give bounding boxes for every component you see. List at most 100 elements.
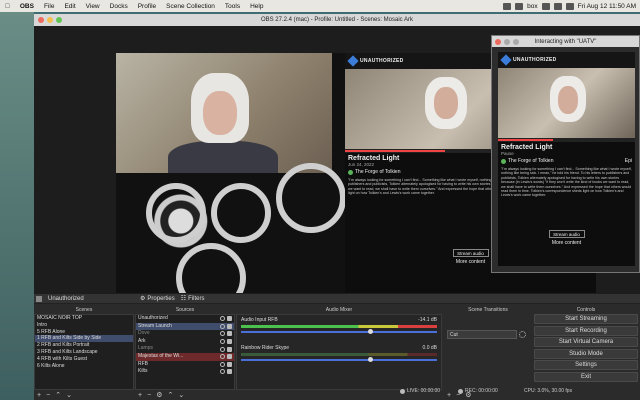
studio-mode-button[interactable]: Studio Mode — [534, 348, 638, 359]
menu-file[interactable]: File — [39, 3, 59, 10]
visibility-eye-icon[interactable] — [220, 369, 225, 375]
menu-help[interactable]: Help — [245, 3, 268, 10]
lock-icon[interactable] — [227, 346, 232, 352]
stained-glass-source — [116, 163, 346, 293]
source-name: Dove — [138, 330, 150, 337]
source-name: Lamps — [138, 345, 154, 352]
menu-view[interactable]: View — [81, 3, 105, 10]
status-app-icon[interactable] — [515, 2, 524, 10]
brand-name: UNAUTHORIZED — [360, 58, 404, 64]
exit-button[interactable]: Exit — [534, 371, 638, 382]
add-icon[interactable]: + — [37, 392, 41, 399]
volume-slider[interactable] — [241, 329, 437, 334]
visibility-eye-icon[interactable] — [220, 316, 225, 322]
menu-obs[interactable]: OBS — [15, 3, 39, 10]
start-virtual-camera-button[interactable]: Start Virtual Camera — [534, 337, 638, 347]
stream-audio-button[interactable]: Stream audio — [548, 230, 585, 238]
filters-button[interactable]: ☷ Filters — [181, 295, 205, 303]
up-icon[interactable]: ⌃ — [55, 391, 61, 399]
menu-tools[interactable]: Tools — [220, 3, 245, 10]
source-item[interactable]: Lamps — [136, 345, 234, 353]
lock-icon[interactable] — [227, 361, 232, 367]
scenes-header: Scenes — [75, 307, 93, 313]
menu-edit[interactable]: Edit — [59, 3, 80, 10]
minimize-icon[interactable] — [504, 39, 510, 45]
search-icon[interactable] — [565, 2, 574, 10]
close-icon[interactable] — [495, 39, 501, 45]
visibility-eye-icon[interactable] — [220, 331, 225, 337]
start-recording-button[interactable]: Start Recording — [534, 325, 638, 336]
transition-gear-icon[interactable] — [519, 331, 526, 338]
video-player[interactable] — [498, 68, 635, 138]
mixer-channel-name: Audio Input RFB — [241, 317, 278, 323]
interact-window: Interacting with "UATV" UNAUTHORIZED Ref… — [491, 35, 640, 273]
clock[interactable]: Fri Aug 12 11:50 AM — [578, 3, 636, 10]
lock-icon[interactable] — [227, 339, 232, 345]
add-icon[interactable]: + — [138, 392, 142, 399]
source-item[interactable]: RFB — [136, 361, 234, 369]
lock-icon[interactable] — [227, 354, 232, 360]
zoom-icon[interactable] — [513, 39, 519, 45]
lock-icon[interactable] — [227, 369, 232, 375]
lock-icon[interactable] — [227, 323, 232, 329]
box-label[interactable]: box — [527, 3, 537, 10]
scene-item[interactable]: 2 RFB and Kilts Portrait — [35, 342, 133, 349]
scene-item[interactable]: 6 Kilts Alone — [35, 363, 133, 370]
video-progress[interactable] — [498, 138, 635, 142]
gear-icon[interactable]: ⚙ — [156, 391, 162, 399]
episode-label[interactable]: The Forge of Tolkien — [508, 158, 554, 164]
source-name: Stream Launch — [138, 322, 172, 329]
source-item[interactable]: Unauthorized — [136, 315, 234, 323]
remove-icon[interactable]: − — [147, 392, 151, 399]
scene-item[interactable]: 5 RFB Alone — [35, 329, 133, 336]
menu-bar:  OBS File Edit View Docks Profile Scene… — [0, 0, 640, 12]
scene-item[interactable]: 1 RFB and Kilts Side by Side — [35, 335, 133, 343]
menu-docks[interactable]: Docks — [105, 3, 133, 10]
source-item[interactable]: Dove — [136, 330, 234, 338]
source-type-icon — [36, 295, 42, 302]
scenes-toolbar: + − ⌃ ⌄ — [34, 390, 134, 400]
settings-button[interactable]: Settings — [534, 360, 638, 370]
camera-source — [116, 53, 332, 181]
close-icon[interactable] — [38, 17, 44, 23]
visibility-eye-icon[interactable] — [220, 323, 225, 329]
visibility-eye-icon[interactable] — [220, 339, 225, 345]
properties-button[interactable]: ⚙ Properties — [140, 295, 175, 303]
scenes-list[interactable]: MOSAIC NOIR TOP Intro 5 RFB Alone 1 RFB and… — [34, 314, 134, 390]
scene-item[interactable]: Intro — [35, 322, 133, 329]
episode-label: The Forge of Tolkien — [355, 169, 401, 175]
source-name: Majestas of the Wi... — [138, 352, 184, 359]
status-app-icon[interactable] — [503, 2, 512, 10]
mixer-channel-name: Rainbow Rider Skype — [241, 345, 290, 351]
zoom-icon[interactable] — [56, 17, 62, 23]
start-streaming-button[interactable]: Start Streaming — [534, 314, 638, 324]
down-icon[interactable]: ⌄ — [66, 391, 72, 399]
more-content-link[interactable]: More content — [498, 240, 635, 246]
interact-browser[interactable]: UNAUTHORIZED Refracted Light Pause The F… — [498, 52, 635, 266]
add-icon[interactable]: + — [447, 392, 451, 399]
up-icon[interactable]: ⌃ — [167, 391, 173, 399]
source-item[interactable]: Kilts — [136, 368, 234, 376]
remove-icon[interactable]: − — [46, 392, 50, 399]
volume-slider[interactable] — [241, 357, 437, 362]
source-item[interactable]: Stream Launch — [136, 322, 234, 331]
scene-item[interactable]: 4 RFB with Kilts Guest — [35, 356, 133, 363]
down-icon[interactable]: ⌄ — [178, 391, 184, 399]
visibility-eye-icon[interactable] — [220, 361, 225, 367]
source-item[interactable]: Ark — [136, 338, 234, 346]
apple-icon[interactable]:  — [0, 3, 15, 10]
source-item[interactable]: Majestas of the Wi... — [136, 352, 234, 361]
minimize-icon[interactable] — [47, 17, 53, 23]
visibility-eye-icon[interactable] — [220, 346, 225, 352]
transition-select[interactable]: Cut — [447, 330, 517, 339]
wifi-icon[interactable] — [541, 2, 550, 10]
menu-profile[interactable]: Profile — [133, 3, 161, 10]
lock-icon[interactable] — [227, 331, 232, 337]
lock-icon[interactable] — [227, 316, 232, 322]
sources-list[interactable]: Unauthorized Stream Launch Dove Ark Lamps Maj… — [135, 314, 235, 390]
battery-icon[interactable] — [553, 2, 562, 10]
scene-item[interactable]: 3 RFB and Kilts Landscape — [35, 349, 133, 356]
scene-item[interactable]: MOSAIC NOIR TOP — [35, 315, 133, 322]
menu-scene-collection[interactable]: Scene Collection — [161, 3, 220, 10]
visibility-eye-icon[interactable] — [220, 354, 225, 360]
